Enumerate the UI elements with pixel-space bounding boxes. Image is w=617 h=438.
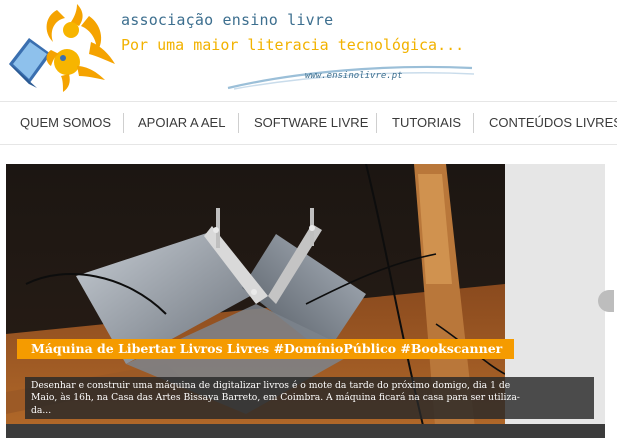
excerpt-line: da... — [31, 404, 52, 416]
slider-next-arrow[interactable] — [598, 290, 614, 312]
nav-divider — [376, 113, 377, 133]
slide-excerpt: Desenhar e construir uma máquina de digi… — [25, 377, 594, 419]
slider-bottom-bar — [6, 424, 605, 438]
nav-divider — [238, 113, 239, 133]
site-url[interactable]: www.ensinolivre.pt — [305, 71, 403, 81]
nav-divider — [123, 113, 124, 133]
site-header: associação ensino livre Por uma maior li… — [0, 0, 617, 100]
site-title[interactable]: associação ensino livre — [121, 11, 333, 29]
site-logo[interactable] — [5, 2, 117, 94]
page: associação ensino livre Por uma maior li… — [0, 0, 617, 438]
nav-divider — [473, 113, 474, 133]
nav-item-quem-somos[interactable]: QUEM SOMOS — [20, 102, 111, 144]
nav-item-conteudos-livres[interactable]: CONTEÚDOS LIVRES — [489, 102, 617, 144]
excerpt-line: Desenhar e construir uma máquina de digi… — [31, 380, 511, 391]
site-tagline: Por uma maior literacia tecnológica... — [121, 36, 465, 54]
excerpt-line: Maio, às 16h, na Casa das Artes Bissaya … — [31, 392, 520, 404]
laptop-icon — [9, 38, 51, 88]
nav-item-tutoriais[interactable]: TUTORIAIS — [392, 102, 461, 144]
nav-item-software-livre[interactable]: SOFTWARE LIVRE — [254, 102, 368, 144]
slide-title[interactable]: Máquina de Libertar Livros Livres #Domín… — [17, 339, 515, 359]
nav-item-apoiar-a-ael[interactable]: APOIAR A AEL — [138, 102, 225, 144]
sun-figure-icon — [46, 4, 115, 92]
main-nav: QUEM SOMOS APOIAR A AEL SOFTWARE LIVRE T… — [0, 101, 617, 145]
